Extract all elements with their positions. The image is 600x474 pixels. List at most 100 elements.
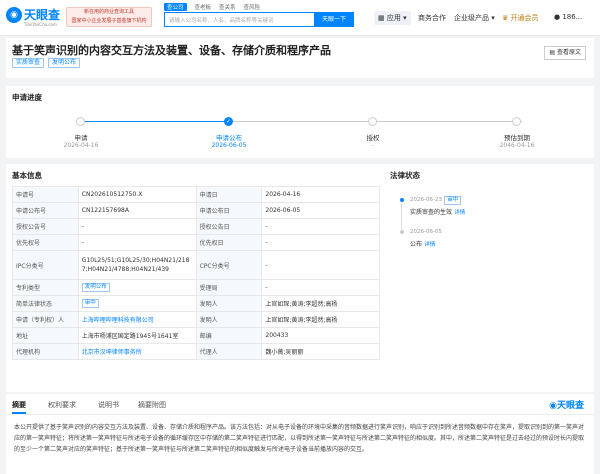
- view-original-label: 查看原文: [556, 49, 581, 56]
- top-header: ◉ 天眼查 TianYanCha.com 新在用的商业查询工具 国家中小企业发展…: [0, 0, 600, 36]
- field-value: 上官如琛;黄涛;李超然;高杨: [261, 295, 380, 312]
- logo-eye-icon: ◉: [549, 401, 557, 411]
- nav-app-label: 应用: [386, 14, 401, 22]
- field-label: 专利类型: [12, 279, 79, 296]
- legal-event-detail-link[interactable]: 详情: [424, 242, 435, 248]
- search-placeholder: 请输入公司名称、人名、品牌名称等关键词: [169, 18, 274, 24]
- field-value: -: [261, 234, 380, 251]
- step-date-grant: -: [371, 142, 375, 149]
- step-dot-expire: [512, 117, 521, 126]
- basic-info-card: 基本信息 法律状态 申请号 CN202610512750.X 申请日 2026-…: [6, 164, 594, 392]
- progress-line-todo: [232, 121, 522, 122]
- legal-event-body: 实质审查的生效 详情: [410, 207, 465, 216]
- promo-line-2: 国家中小企业发展子基金旗下机构: [71, 18, 147, 24]
- step-label-apply: 申请: [74, 134, 88, 142]
- field-label: 邮编: [195, 327, 263, 344]
- grid-icon: ▦: [378, 14, 385, 22]
- table-row: 专利类型 发明公布 受理局 -: [12, 279, 380, 296]
- promo-line-1: 新在用的商业查询工具: [83, 9, 134, 15]
- patent-title-card: 基于笑声识别的内容交互方法及装置、设备、存储介质和程序产品 实质审查 发明公布 …: [6, 38, 594, 78]
- field-label: 授权公告号: [12, 218, 79, 235]
- field-label: 申请（专利权）人: [12, 311, 79, 328]
- check-icon: ✓: [224, 117, 233, 126]
- field-value: 上海市杨浦区国定路1945号1641室: [77, 327, 197, 344]
- progress-title: 申请进度: [12, 93, 42, 102]
- page-title: 基于笑声识别的内容交互方法及装置、设备、存储介质和程序产品: [12, 44, 331, 57]
- nav-app[interactable]: ▦ 应用 ▾: [374, 11, 411, 25]
- chevron-down-icon: ▾: [403, 14, 407, 22]
- search-tab-relation[interactable]: 查关系: [219, 3, 236, 11]
- progress-card: 申请进度 ✓ 申请 2026-04-16 申请公布 2026-06-05 授权 …: [6, 86, 594, 158]
- tab-abstract-figure[interactable]: 摘要附图: [138, 400, 166, 410]
- field-label: 申请号: [12, 186, 79, 203]
- field-label: 简单法律状态: [12, 295, 79, 312]
- step-dot-grant: [368, 117, 377, 126]
- search-type-tabs: 查公司 查老板 查关系 查风险: [164, 3, 268, 11]
- watermark-text: 天眼查: [556, 401, 584, 411]
- step-dot-apply: [76, 117, 85, 126]
- promo-banner[interactable]: 新在用的商业查询工具 国家中小企业发展子基金旗下机构: [66, 7, 152, 27]
- nav-vip[interactable]: ♛ 开通会员: [502, 13, 539, 23]
- nav-vip-label: 开通会员: [510, 14, 539, 22]
- basic-info-title: 基本信息: [12, 171, 42, 180]
- timeline-dot: [400, 230, 404, 234]
- chevron-down-icon: ▾: [491, 14, 495, 22]
- field-label: IPC分类号: [12, 250, 79, 280]
- search-tab-company[interactable]: 查公司: [164, 3, 187, 11]
- table-row: 简单法律状态 审中 发明人 上官如琛;黄涛;李超然;高杨: [12, 295, 380, 312]
- step-date-apply: 2026-04-16: [63, 142, 99, 149]
- legal-event-badge: 审中: [444, 196, 462, 205]
- table-row: IPC分类号 G10L25/51;G10L25/30;H04N21/2187;H…: [12, 250, 380, 280]
- search-tab-boss[interactable]: 查老板: [195, 3, 212, 11]
- field-value: 上官如琛;黄涛;李超然;高杨: [261, 311, 380, 328]
- nav-user[interactable]: ● 186...: [554, 13, 582, 21]
- patent-type-badge: 发明公布: [81, 283, 110, 292]
- step-label-expire: 预估到期: [504, 134, 530, 142]
- field-label: 优先权号: [12, 234, 79, 251]
- view-original-button[interactable]: ▤ 查看原文: [544, 46, 586, 60]
- table-row: 申请（专利权）人 上海哔哩哔哩科技有限公司 发明人 上官如琛;黄涛;李超然;高杨: [12, 311, 380, 328]
- legal-event: 2026-06-23 审中: [410, 195, 462, 205]
- field-label: 受理局: [195, 279, 263, 296]
- status-tag-type: 发明公布: [48, 58, 81, 68]
- tab-abstract[interactable]: 摘要: [12, 400, 26, 410]
- applicant-link[interactable]: 上海哔哩哔哩科技有限公司: [77, 311, 197, 328]
- document-icon: ▤: [549, 49, 556, 56]
- field-value: 2026-06-05: [261, 202, 380, 219]
- tab-description[interactable]: 说明书: [98, 400, 119, 410]
- site-logo[interactable]: ◉ 天眼查 TianYanCha.com: [6, 6, 60, 30]
- nav-user-label: 186...: [562, 13, 583, 21]
- search-button[interactable]: 天眼一下: [314, 12, 354, 27]
- watermark-logo: ◉天眼查: [549, 398, 584, 411]
- tab-claims[interactable]: 权利要求: [48, 400, 76, 410]
- nav-enterprise[interactable]: 企业级产品 ▾: [454, 13, 495, 23]
- table-row: 授权公告号 - 授权公告日 -: [12, 218, 380, 235]
- legal-event-date: 2026-06-05: [410, 229, 442, 235]
- tab-divider: [6, 414, 594, 415]
- agency-link[interactable]: 北京市汉坤律师事务所: [77, 343, 197, 360]
- field-value: -: [261, 250, 380, 280]
- table-row: 申请号 CN202610512750.X 申请日 2026-04-16: [12, 186, 380, 203]
- legal-event-date: 2026-06-23: [410, 197, 442, 203]
- field-label: 发明人: [195, 295, 263, 312]
- legal-event-text: 公布: [410, 241, 423, 248]
- field-value: -: [77, 218, 197, 235]
- step-label-grant: 授权: [366, 134, 380, 142]
- search-tab-risk[interactable]: 查风险: [244, 3, 261, 11]
- field-label: 优先权日: [195, 234, 263, 251]
- field-value: 魏小薇;吴丽丽: [261, 343, 380, 360]
- crown-icon: ♛: [502, 14, 509, 22]
- field-label: 地址: [12, 327, 79, 344]
- step-date-publish: 2026-06-05: [211, 142, 247, 149]
- field-label: 授权公告日: [195, 218, 263, 235]
- legal-event-body: 公布 详情: [410, 239, 435, 248]
- basic-info-table: 申请号 CN202610512750.X 申请日 2026-04-16 申请公布…: [12, 186, 380, 360]
- logo-eye-icon: ◉: [6, 7, 22, 23]
- field-value-ipc: G10L25/51;G10L25/30;H04N21/2187;H04N21/4…: [77, 250, 197, 280]
- step-date-expire: 2046-04-16: [499, 142, 535, 149]
- legal-status-title: 法律状态: [390, 171, 420, 180]
- progress-line-done: [80, 121, 228, 122]
- field-label: 代理机构: [12, 343, 79, 360]
- nav-business[interactable]: 商务合作: [418, 13, 446, 23]
- legal-event-detail-link[interactable]: 详情: [454, 210, 465, 216]
